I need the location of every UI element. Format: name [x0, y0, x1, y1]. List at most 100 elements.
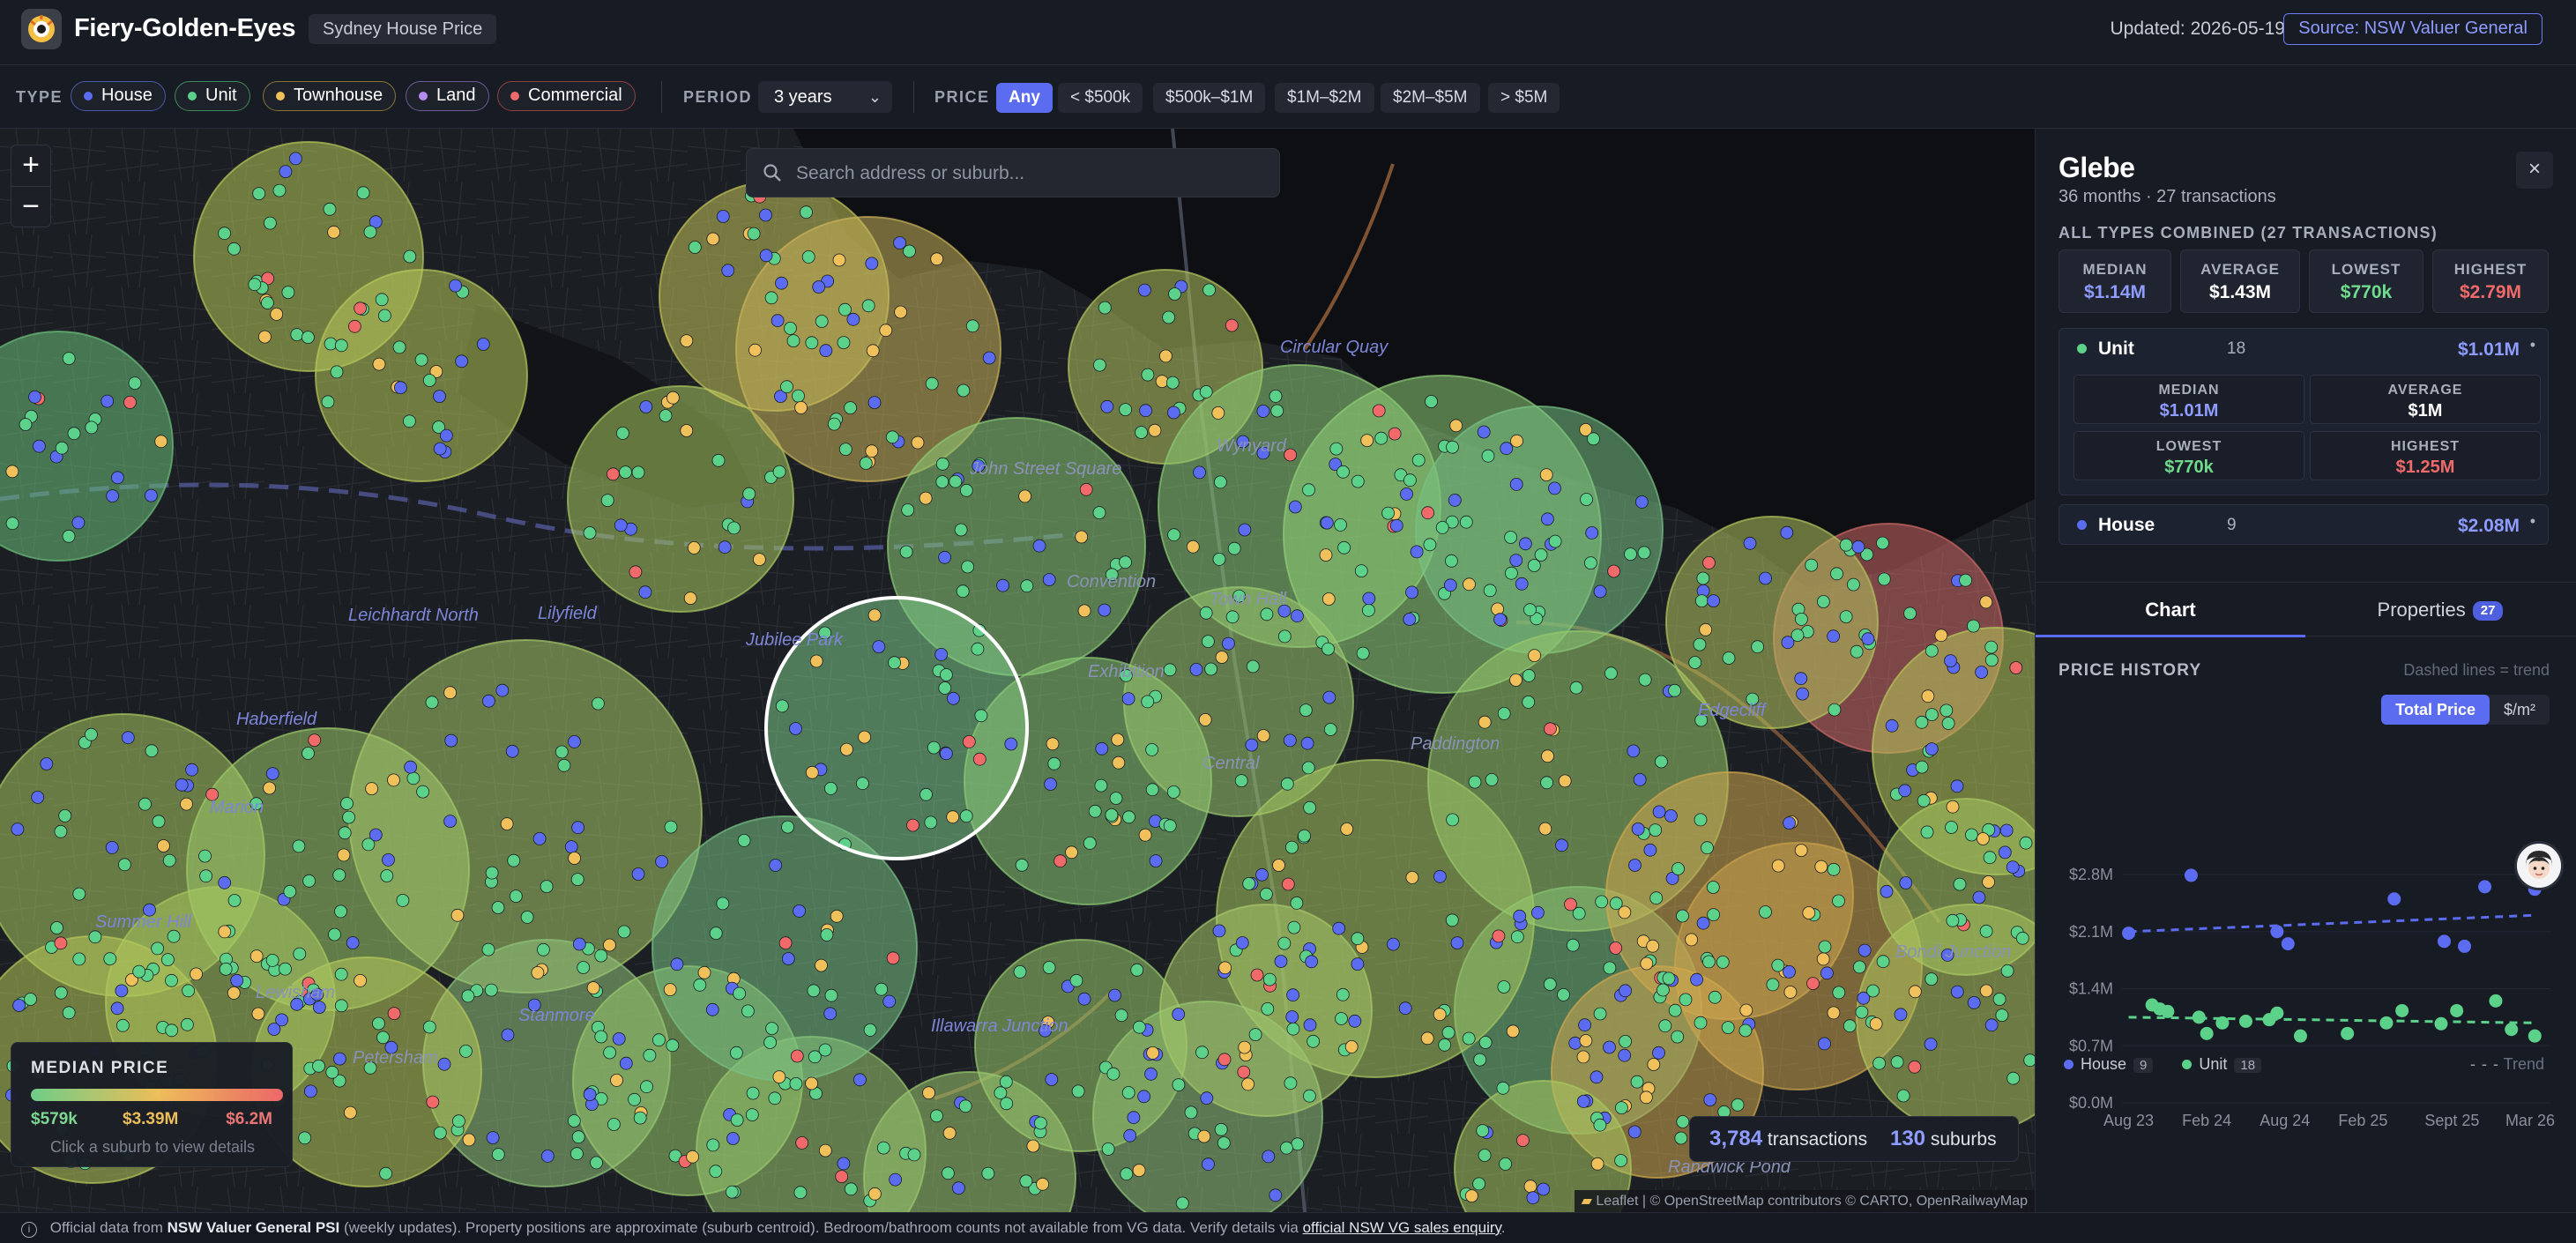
transaction-dot[interactable]: [1609, 897, 1623, 911]
transaction-dot[interactable]: [110, 471, 124, 485]
transaction-dot[interactable]: [24, 993, 37, 1006]
transaction-dot[interactable]: [1286, 988, 1299, 1002]
transaction-dot[interactable]: [50, 921, 63, 934]
transaction-dot[interactable]: [1509, 674, 1523, 687]
transaction-dot[interactable]: [5, 517, 19, 531]
transaction-dot[interactable]: [999, 1075, 1013, 1089]
transaction-dot[interactable]: [893, 236, 906, 249]
transaction-dot[interactable]: [775, 699, 789, 713]
transaction-dot[interactable]: [687, 540, 701, 555]
transaction-dot[interactable]: [1307, 1034, 1320, 1048]
transaction-dot[interactable]: [347, 319, 361, 333]
transaction-dot[interactable]: [484, 983, 498, 997]
transaction-dot[interactable]: [1869, 1017, 1883, 1031]
transaction-dot[interactable]: [1222, 636, 1235, 651]
transaction-dot[interactable]: [631, 867, 645, 881]
type-chip-commercial[interactable]: Commercial: [497, 81, 636, 111]
transaction-dot[interactable]: [260, 296, 274, 309]
transaction-dot[interactable]: [1671, 862, 1685, 875]
transaction-dot[interactable]: [1925, 742, 1939, 755]
transaction-dot[interactable]: [1694, 1016, 1708, 1030]
transaction-dot[interactable]: [328, 927, 341, 942]
transaction-dot[interactable]: [1459, 515, 1473, 529]
transaction-dot[interactable]: [422, 374, 436, 387]
transaction-dot[interactable]: [1477, 425, 1491, 439]
transaction-dot[interactable]: [1105, 808, 1119, 822]
transaction-dot[interactable]: [1095, 741, 1109, 755]
transaction-dot[interactable]: [332, 1052, 346, 1066]
transaction-dot[interactable]: [298, 1131, 312, 1145]
transaction-dot[interactable]: [1020, 579, 1034, 593]
transaction-dot[interactable]: [959, 483, 973, 497]
transaction-dot[interactable]: [1676, 1115, 1690, 1128]
transaction-dot[interactable]: [1984, 1018, 1999, 1032]
transaction-dot[interactable]: [1619, 1035, 1632, 1048]
transaction-dot[interactable]: [1303, 800, 1316, 815]
transaction-dot[interactable]: [835, 1170, 849, 1183]
transaction-dot[interactable]: [1446, 813, 1459, 827]
transaction-dot[interactable]: [1540, 776, 1553, 790]
transaction-dot[interactable]: [452, 1114, 465, 1128]
transaction-dot[interactable]: [1329, 442, 1344, 456]
transaction-dot[interactable]: [876, 1141, 890, 1155]
transaction-dot[interactable]: [1615, 1101, 1628, 1114]
transaction-dot[interactable]: [1603, 1040, 1616, 1054]
transaction-dot[interactable]: [121, 731, 135, 745]
transaction-dot[interactable]: [1579, 1034, 1593, 1047]
data-point-unit[interactable]: [2161, 1004, 2175, 1018]
transaction-dot[interactable]: [557, 758, 571, 772]
transaction-dot[interactable]: [1109, 792, 1123, 805]
transaction-dot[interactable]: [72, 887, 86, 901]
transaction-dot[interactable]: [495, 683, 510, 697]
transaction-dot[interactable]: [786, 334, 800, 348]
transaction-dot[interactable]: [628, 1092, 641, 1106]
transaction-dot[interactable]: [616, 426, 629, 440]
transaction-dot[interactable]: [639, 400, 653, 413]
transaction-dot[interactable]: [1827, 1006, 1841, 1020]
transaction-dot[interactable]: [1334, 517, 1347, 532]
transaction-dot[interactable]: [103, 952, 117, 965]
transaction-dot[interactable]: [853, 1073, 867, 1087]
transaction-dot[interactable]: [1794, 672, 1808, 686]
transaction-dot[interactable]: [1286, 1022, 1300, 1036]
transaction-dot[interactable]: [1558, 774, 1572, 788]
transaction-dot[interactable]: [1420, 1031, 1434, 1046]
transaction-dot[interactable]: [1619, 984, 1632, 998]
transaction-dot[interactable]: [1649, 823, 1663, 837]
transaction-dot[interactable]: [780, 380, 793, 394]
transaction-dot[interactable]: [942, 1126, 957, 1140]
transaction-dot[interactable]: [1896, 1089, 1910, 1103]
transaction-dot[interactable]: [737, 834, 751, 847]
suburb-circle[interactable]: [315, 269, 528, 482]
transaction-dot[interactable]: [838, 302, 852, 316]
transaction-dot[interactable]: [1566, 938, 1580, 952]
transaction-dot[interactable]: [1088, 804, 1102, 818]
transaction-dot[interactable]: [1026, 1139, 1040, 1153]
transaction-dot[interactable]: [1246, 659, 1260, 674]
type-card-header[interactable]: Unit 18 $1.01M •: [2059, 329, 2548, 368]
data-point-house[interactable]: [2270, 925, 2284, 939]
transaction-dot[interactable]: [1472, 1177, 1485, 1191]
transaction-dot[interactable]: [128, 376, 142, 391]
transaction-dot[interactable]: [1982, 875, 1996, 889]
data-point-house[interactable]: [2387, 892, 2401, 906]
transaction-dot[interactable]: [730, 1046, 743, 1060]
transaction-dot[interactable]: [1435, 520, 1449, 534]
transaction-dot[interactable]: [911, 435, 925, 450]
transaction-dot[interactable]: [54, 824, 68, 838]
transaction-dot[interactable]: [482, 694, 495, 708]
transaction-dot[interactable]: [1505, 566, 1518, 580]
transaction-dot[interactable]: [71, 516, 86, 530]
transaction-dot[interactable]: [540, 1150, 555, 1163]
transaction-dot[interactable]: [369, 828, 383, 842]
transaction-dot[interactable]: [824, 782, 838, 795]
transaction-dot[interactable]: [1351, 957, 1365, 971]
transaction-dot[interactable]: [1783, 965, 1796, 979]
transaction-dot[interactable]: [603, 938, 616, 952]
transaction-dot[interactable]: [1921, 689, 1935, 703]
transaction-dot[interactable]: [1522, 669, 1536, 682]
transaction-dot[interactable]: [2006, 1071, 2021, 1085]
transaction-dot[interactable]: [1112, 755, 1126, 770]
transaction-dot[interactable]: [1093, 358, 1106, 372]
transaction-dot[interactable]: [403, 249, 417, 264]
